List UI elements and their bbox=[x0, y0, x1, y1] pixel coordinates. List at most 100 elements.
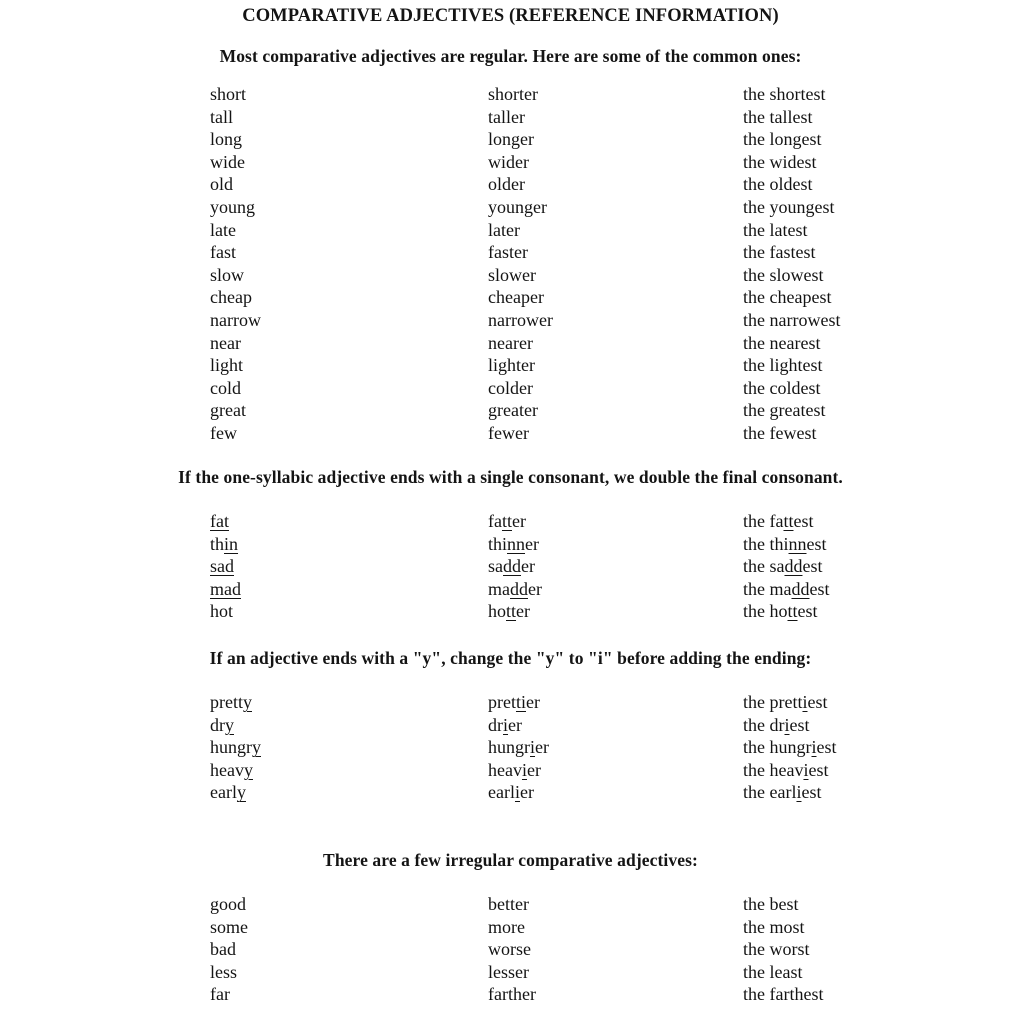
underlined-letters: y bbox=[243, 692, 252, 712]
underlined-letters: tt bbox=[783, 511, 794, 531]
word-part: worse bbox=[488, 939, 531, 960]
section-heading-y-to-i: If an adjective ends with a "y", change … bbox=[209, 648, 812, 668]
table-row: less lesser the least bbox=[0, 961, 1021, 984]
adjective-cell: near bbox=[210, 332, 241, 355]
adjective-cell: fat bbox=[210, 510, 229, 533]
adjective-cell: slow bbox=[210, 264, 244, 287]
superlative-cell: the lightest bbox=[743, 354, 823, 377]
adjective-cell: cheap bbox=[210, 286, 252, 309]
adjective-cell: dry bbox=[210, 714, 234, 737]
adjective-cell: some bbox=[210, 916, 248, 939]
superlative-cell: the nearest bbox=[743, 332, 820, 355]
table-row: early earlier the earliest bbox=[0, 781, 1021, 804]
word-part: shorter bbox=[488, 84, 538, 104]
superlative-cell: the greatest bbox=[743, 399, 825, 422]
word-part: er bbox=[520, 782, 534, 803]
superlative-cell: the narrowest bbox=[743, 309, 840, 332]
adjective-cell: pretty bbox=[210, 691, 252, 714]
underlined-letters: dd bbox=[503, 556, 521, 577]
section-heading-irregular: There are a few irregular comparative ad… bbox=[323, 850, 698, 870]
word-part: er bbox=[528, 578, 542, 599]
word-part: ho bbox=[488, 601, 506, 622]
word-part: the earl bbox=[743, 782, 797, 803]
table-row: fast faster the fastest bbox=[0, 241, 1021, 264]
word-part: the shortest bbox=[743, 84, 826, 104]
word-part: the widest bbox=[743, 151, 817, 172]
word-part: old bbox=[210, 174, 234, 195]
word-part: pret bbox=[488, 692, 516, 712]
word-part: er bbox=[525, 533, 539, 554]
word-part: the least bbox=[743, 961, 803, 982]
word-part: earl bbox=[488, 782, 515, 803]
word-part: the best bbox=[743, 894, 799, 914]
adjective-cell: sad bbox=[210, 555, 234, 578]
adjective-cell: fast bbox=[210, 241, 236, 264]
word-part: the cheapest bbox=[743, 287, 832, 308]
adjective-cell: bad bbox=[210, 938, 236, 961]
underlined-letters: fat bbox=[210, 511, 229, 531]
word-part: the dr bbox=[743, 714, 785, 735]
table-row: fat fatter the fattest bbox=[0, 510, 1021, 533]
table-row: narrow narrower the narrowest bbox=[0, 309, 1021, 332]
word-part: long bbox=[210, 129, 243, 150]
word-part: the tallest bbox=[743, 106, 813, 127]
adjective-cell: old bbox=[210, 173, 233, 196]
superlative-cell: the slowest bbox=[743, 264, 824, 287]
comparative-cell: fewer bbox=[488, 422, 529, 445]
word-part: the farthest bbox=[743, 984, 824, 1005]
adjective-cell: hungry bbox=[210, 736, 261, 759]
comparative-cell: fatter bbox=[488, 510, 526, 533]
table-row: dry drier the driest bbox=[0, 714, 1021, 737]
superlative-cell: the driest bbox=[743, 714, 810, 737]
word-part: farther bbox=[488, 984, 536, 1005]
word-part: faster bbox=[488, 242, 528, 263]
word-part: the oldest bbox=[743, 174, 813, 195]
table-irregular: good better the best some more the most bad wor… bbox=[0, 893, 1021, 1006]
adjective-cell: long bbox=[210, 128, 242, 151]
word-part: the nearest bbox=[743, 332, 821, 353]
word-part: thi bbox=[488, 533, 508, 554]
word-part: light bbox=[210, 355, 244, 376]
word-part: later bbox=[488, 219, 520, 240]
superlative-cell: the coldest bbox=[743, 377, 820, 400]
comparative-cell: older bbox=[488, 173, 525, 196]
superlative-cell: the shortest bbox=[743, 83, 826, 106]
adjective-cell: mad bbox=[210, 578, 241, 601]
word-part: est bbox=[806, 533, 827, 554]
table-row: mad madder the maddest bbox=[0, 578, 1021, 601]
table-row: near nearer the nearest bbox=[0, 332, 1021, 355]
word-part: er bbox=[508, 714, 522, 735]
table-row: late later the latest bbox=[0, 219, 1021, 242]
word-part: dr bbox=[210, 714, 225, 735]
underlined-letters: y bbox=[225, 714, 234, 735]
adjective-cell: tall bbox=[210, 106, 233, 129]
comparative-cell: nearer bbox=[488, 332, 533, 355]
word-part: hungr bbox=[210, 737, 252, 758]
adjective-cell: short bbox=[210, 83, 246, 106]
underlined-letters: tt bbox=[501, 511, 512, 531]
comparative-cell: greater bbox=[488, 399, 538, 422]
table-row: heavy heavier the heaviest bbox=[0, 759, 1021, 782]
comparative-cell: lesser bbox=[488, 961, 529, 984]
word-part: est bbox=[789, 714, 810, 735]
comparative-cell: worse bbox=[488, 938, 531, 961]
superlative-cell: the heaviest bbox=[743, 759, 828, 782]
word-part: narrower bbox=[488, 309, 553, 330]
word-part: the prett bbox=[743, 692, 803, 712]
superlative-cell: the saddest bbox=[743, 555, 822, 578]
underlined-letters: tt bbox=[506, 601, 517, 622]
word-part: est bbox=[809, 578, 830, 599]
superlative-cell: the least bbox=[743, 961, 802, 984]
adjective-cell: heavy bbox=[210, 759, 253, 782]
word-part: est bbox=[793, 511, 814, 531]
comparative-cell: madder bbox=[488, 578, 542, 601]
word-part: the thi bbox=[743, 533, 789, 554]
adjective-cell: late bbox=[210, 219, 236, 242]
word-part: younger bbox=[488, 196, 547, 217]
underlined-letters: in bbox=[224, 533, 239, 554]
underlined-letters: y bbox=[252, 737, 261, 758]
underlined-letters: ti bbox=[515, 692, 526, 712]
superlative-cell: the fattest bbox=[743, 510, 814, 533]
superlative-cell: the most bbox=[743, 916, 805, 939]
comparative-cell: hotter bbox=[488, 600, 530, 623]
